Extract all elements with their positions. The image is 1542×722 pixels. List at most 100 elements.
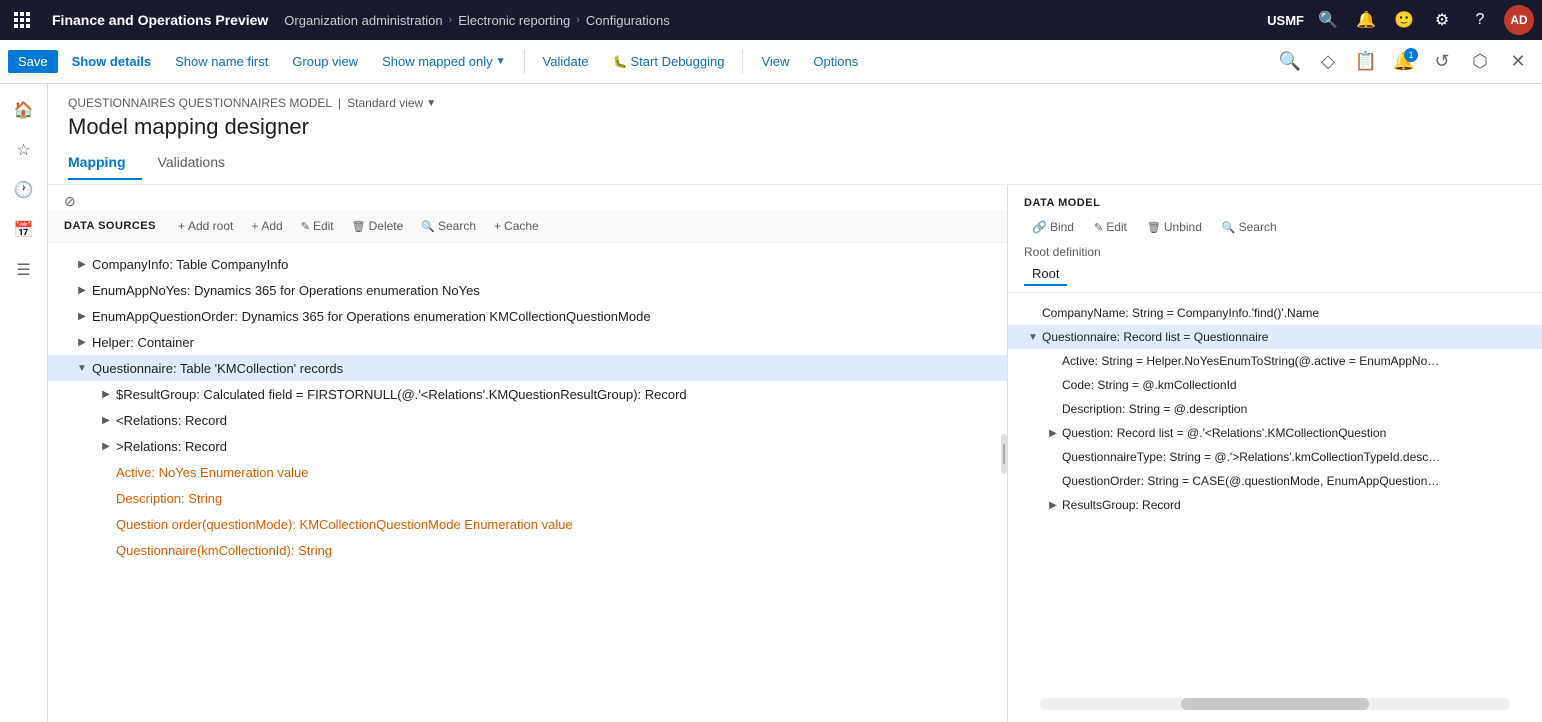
diamond-icon[interactable]: ◇: [1312, 46, 1344, 78]
data-model-tree: ▶ CompanyName: String = CompanyInfo.'fin…: [1008, 293, 1542, 690]
options-button[interactable]: Options: [803, 50, 868, 73]
tab-validations[interactable]: Validations: [158, 148, 241, 180]
dm-expand-icon[interactable]: ▶: [1044, 424, 1062, 442]
dm-tree-item[interactable]: ▶ CompanyName: String = CompanyInfo.'fin…: [1008, 301, 1542, 325]
open-new-icon[interactable]: ⬡: [1464, 46, 1496, 78]
bell-icon[interactable]: 🔔: [1352, 6, 1380, 34]
refresh-icon[interactable]: ↺: [1426, 46, 1458, 78]
start-debugging-button[interactable]: 🐛 Start Debugging: [603, 50, 735, 73]
scrollbar-thumb[interactable]: [1181, 698, 1369, 710]
validate-button[interactable]: Validate: [533, 50, 599, 73]
add-button[interactable]: + Add: [243, 216, 290, 236]
tree-item[interactable]: ▶ EnumAppQuestionOrder: Dynamics 365 for…: [48, 303, 1007, 329]
expand-icon[interactable]: ▶: [96, 410, 116, 430]
notification-badge: 1: [1404, 48, 1418, 62]
tree-item[interactable]: ▶ Helper: Container: [48, 329, 1007, 355]
expand-icon[interactable]: ▶: [96, 384, 116, 404]
tree-item-questionnaire[interactable]: ▼ Questionnaire: Table 'KMCollection' re…: [48, 355, 1007, 381]
dm-tree-item[interactable]: ▶ Active: String = Helper.NoYesEnumToStr…: [1008, 349, 1542, 373]
sidebar-history-icon[interactable]: 🕐: [6, 172, 42, 208]
search-toolbar-icon[interactable]: 🔍: [1274, 46, 1306, 78]
dm-expand-icon[interactable]: ▶: [1044, 496, 1062, 514]
tab-mapping[interactable]: Mapping: [68, 148, 142, 180]
help-icon[interactable]: ?: [1466, 6, 1494, 34]
sidebar-list-icon[interactable]: ☰: [6, 252, 42, 288]
expand-icon[interactable]: ▶: [72, 254, 92, 274]
dm-tree-item[interactable]: ▶ Code: String = @.kmCollectionId: [1008, 373, 1542, 397]
data-sources-tree: ▶ CompanyInfo: Table CompanyInfo ▶ EnumA…: [48, 243, 1007, 722]
breadcrumb-configs[interactable]: Configurations: [586, 13, 670, 28]
expand-icon[interactable]: ▶: [72, 306, 92, 326]
split-pane: ⊘ DATA SOURCES + Add root + Add ✎ Edit: [48, 185, 1542, 722]
horizontal-scrollbar-area[interactable]: [1008, 690, 1542, 722]
breadcrumb-er[interactable]: Electronic reporting: [458, 13, 570, 28]
tree-item[interactable]: ▶ CompanyInfo: Table CompanyInfo: [48, 251, 1007, 277]
show-details-button[interactable]: Show details: [62, 50, 161, 73]
breadcrumb-org[interactable]: Organization administration: [284, 13, 442, 28]
resize-handle[interactable]: [1001, 434, 1007, 474]
tree-item-label: $ResultGroup: Calculated field = FIRSTOR…: [116, 387, 991, 402]
app-grid-icon[interactable]: [8, 6, 36, 34]
horizontal-scrollbar[interactable]: [1040, 698, 1510, 710]
breadcrumb-part2[interactable]: Standard view ▼: [347, 96, 436, 110]
avatar[interactable]: AD: [1504, 5, 1534, 35]
tree-item[interactable]: ▶ Question order(questionMode): KMCollec…: [48, 511, 1007, 537]
group-view-button[interactable]: Group view: [282, 50, 368, 73]
dm-edit-button[interactable]: ✎ Edit: [1086, 217, 1135, 237]
sidebar-star-icon[interactable]: ☆: [6, 132, 42, 168]
dm-tree-item[interactable]: ▶ Description: String = @.description: [1008, 397, 1542, 421]
bind-button[interactable]: 🔗 Bind: [1024, 217, 1082, 237]
tree-item[interactable]: ▶ Description: String: [48, 485, 1007, 511]
show-name-first-button[interactable]: Show name first: [165, 50, 278, 73]
nav-right: USMF 🔍 🔔 🙂 ⚙ ? AD: [1267, 5, 1534, 35]
tree-item-label: EnumAppNoYes: Dynamics 365 for Operation…: [92, 283, 991, 298]
show-name-first-label: Show name first: [175, 54, 268, 69]
dm-item-label: Question: Record list = @.'<Relations'.K…: [1062, 426, 1386, 440]
close-icon[interactable]: ✕: [1502, 46, 1534, 78]
smiley-icon[interactable]: 🙂: [1390, 6, 1418, 34]
add-root-button[interactable]: + Add root: [170, 216, 241, 236]
dm-tree-item[interactable]: ▶ QuestionnaireType: String = @.'>Relati…: [1008, 445, 1542, 469]
settings-icon[interactable]: ⚙: [1428, 6, 1456, 34]
left-sidebar: 🏠 ☆ 🕐 📅 ☰: [0, 84, 48, 722]
breadcrumb: Organization administration › Electronic…: [284, 13, 669, 28]
edit-icon: ✎: [301, 220, 310, 233]
dm-tree-item[interactable]: ▶ QuestionOrder: String = CASE(@.questio…: [1008, 469, 1542, 493]
badge-icon[interactable]: 🔔 1: [1388, 46, 1420, 78]
view-button[interactable]: View: [751, 50, 799, 73]
tree-item[interactable]: ▶ Active: NoYes Enumeration value: [48, 459, 1007, 485]
unbind-icon: 🗑: [1147, 221, 1161, 234]
delete-button[interactable]: 🗑 Delete: [344, 216, 412, 236]
breadcrumb-part1[interactable]: QUESTIONNAIRES QUESTIONNAIRES MODEL: [68, 96, 332, 110]
expand-icon[interactable]: ▶: [72, 280, 92, 300]
search-dm-button[interactable]: 🔍 Search: [1214, 217, 1285, 237]
tree-item[interactable]: ▶ $ResultGroup: Calculated field = FIRST…: [48, 381, 1007, 407]
tree-item[interactable]: ▶ EnumAppNoYes: Dynamics 365 for Operati…: [48, 277, 1007, 303]
data-model-pane: DATA MODEL 🔗 Bind ✎ Edit 🗑 Unbind: [1008, 185, 1542, 722]
sidebar-calendar-icon[interactable]: 📅: [6, 212, 42, 248]
tree-item[interactable]: ▶ Questionnaire(kmCollectionId): String: [48, 537, 1007, 563]
root-definition-value[interactable]: Root: [1024, 263, 1067, 286]
tree-item[interactable]: ▶ >Relations: Record: [48, 433, 1007, 459]
expand-icon[interactable]: ▶: [96, 436, 116, 456]
unbind-button[interactable]: 🗑 Unbind: [1139, 217, 1210, 237]
filter-icon[interactable]: ⊘: [64, 193, 76, 209]
save-button[interactable]: Save: [8, 50, 58, 73]
tree-item[interactable]: ▶ <Relations: Record: [48, 407, 1007, 433]
columns-icon[interactable]: 📋: [1350, 46, 1382, 78]
search-nav-icon[interactable]: 🔍: [1314, 6, 1342, 34]
validate-label: Validate: [543, 54, 589, 69]
show-mapped-only-button[interactable]: Show mapped only ▼: [372, 50, 515, 73]
cache-button[interactable]: + Cache: [486, 216, 547, 236]
dm-tree-item[interactable]: ▶ Question: Record list = @.'<Relations'…: [1008, 421, 1542, 445]
dm-tree-item-questionnaire[interactable]: ▼ Questionnaire: Record list = Questionn…: [1008, 325, 1542, 349]
dm-tree-item[interactable]: ▶ ResultsGroup: Record: [1008, 493, 1542, 517]
toolbar: Save Show details Show name first Group …: [0, 40, 1542, 84]
dm-expand-icon[interactable]: ▼: [1024, 328, 1042, 346]
edit-button[interactable]: ✎ Edit: [293, 216, 342, 236]
sidebar-home-icon[interactable]: 🏠: [6, 92, 42, 128]
search-sources-button[interactable]: 🔍 Search: [413, 216, 484, 236]
delete-icon: 🗑: [352, 220, 366, 233]
expand-icon[interactable]: ▶: [72, 332, 92, 352]
expand-icon-questionnaire[interactable]: ▼: [72, 358, 92, 378]
